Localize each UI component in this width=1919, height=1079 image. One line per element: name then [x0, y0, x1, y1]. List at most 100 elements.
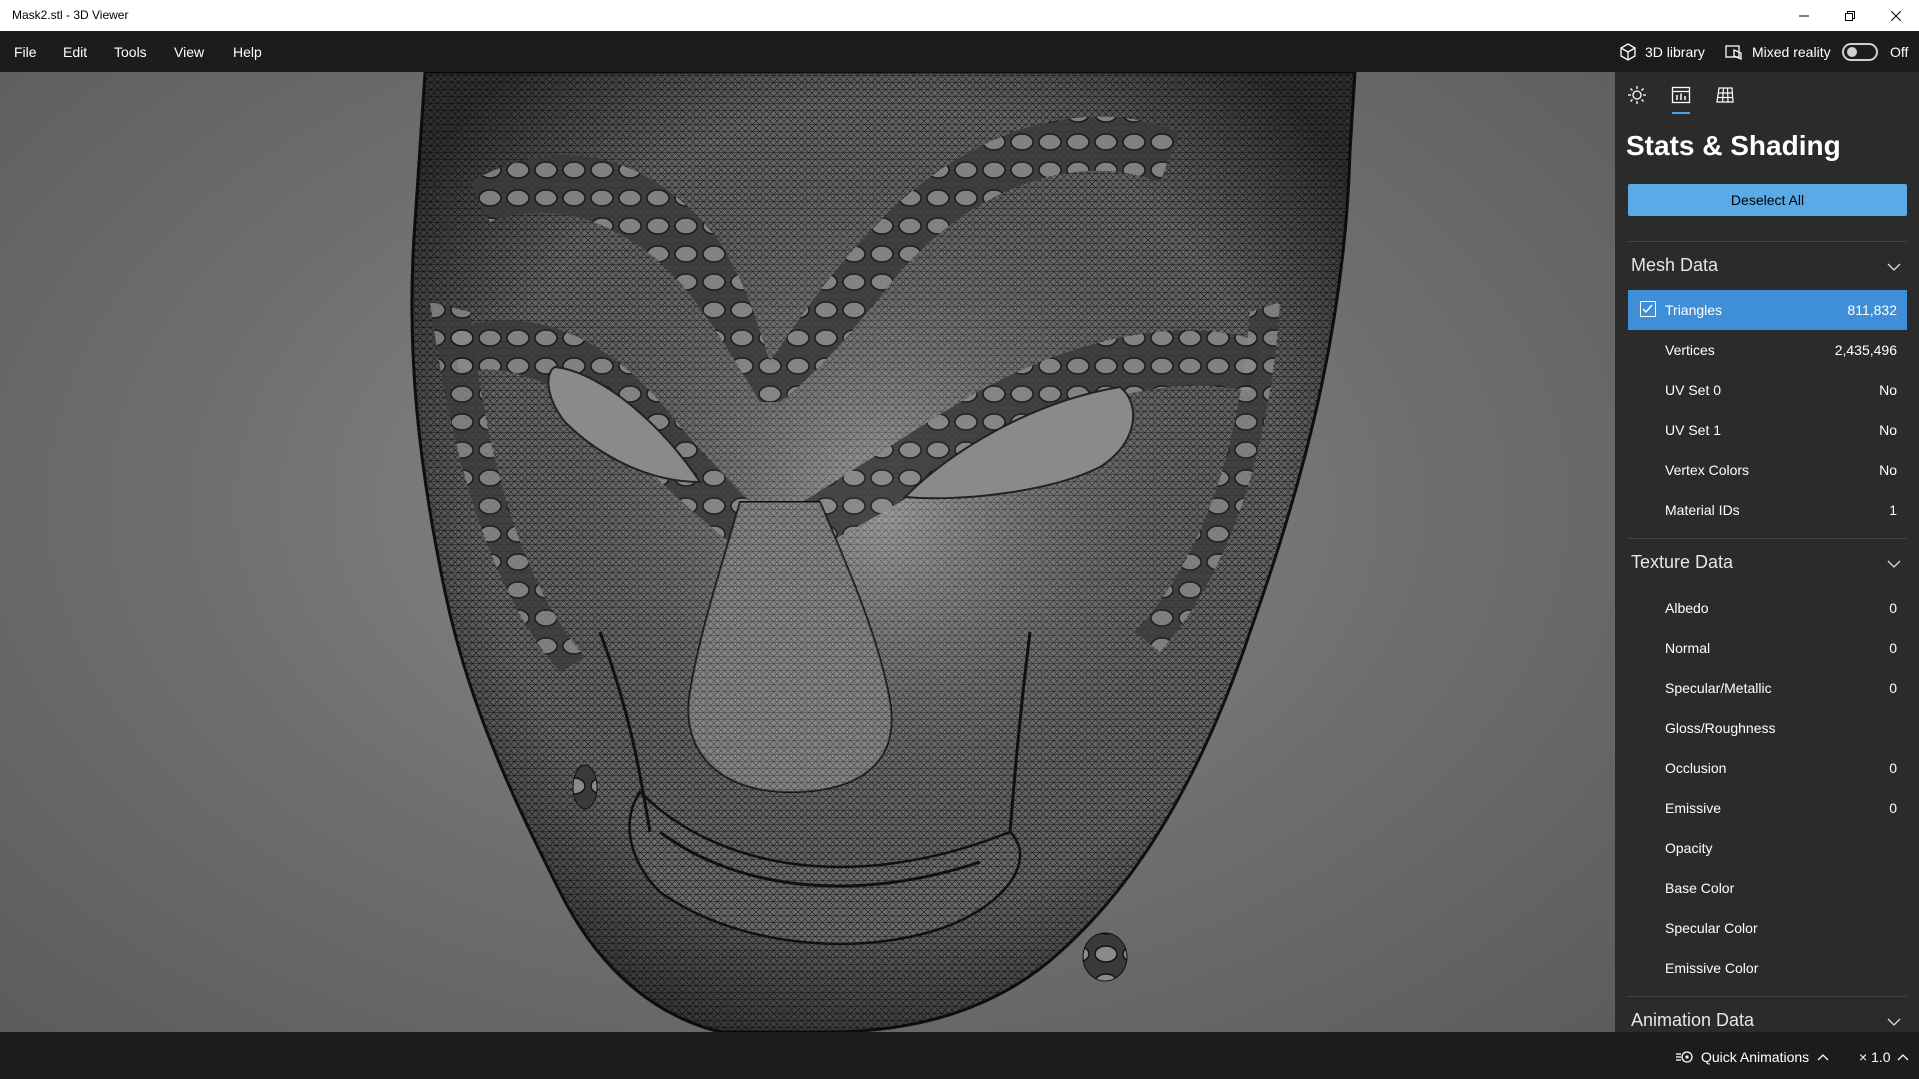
row-value: 0 [1889, 680, 1897, 696]
mixed-reality-state: Off [1890, 43, 1909, 60]
row-label: Normal [1665, 640, 1711, 656]
3d-library-label: 3D library [1645, 43, 1705, 60]
row-label: Specular/Metallic [1665, 680, 1772, 696]
row-label: Base Color [1665, 880, 1735, 896]
menu-edit[interactable]: Edit [63, 44, 87, 60]
mesh-row-vertices[interactable]: Vertices 2,435,496 [1628, 330, 1907, 370]
row-label: Opacity [1665, 840, 1713, 856]
texture-data-title: Texture Data [1631, 552, 1734, 572]
row-label: Emissive [1665, 800, 1722, 816]
title-bar: Mask2.stl - 3D Viewer [0, 0, 1919, 31]
row-value: 0 [1889, 640, 1897, 656]
chevron-down-icon [1887, 1018, 1901, 1026]
mesh-row-uv-set-1[interactable]: UV Set 1 No [1628, 410, 1907, 450]
panel-title: Stats & Shading [1626, 130, 1841, 161]
status-bar: Quick Animations × 1.0 [0, 1032, 1919, 1079]
stats-shading-tab[interactable] [1668, 82, 1694, 114]
toggle-knob [1847, 46, 1857, 57]
row-label: Material IDs [1665, 502, 1740, 518]
animation-data-title: Animation Data [1631, 1010, 1755, 1030]
mixed-reality-toggle[interactable]: Off [1842, 31, 1908, 72]
check-icon [1642, 304, 1653, 314]
row-label: Triangles [1665, 302, 1723, 318]
quick-animations-button[interactable]: Quick Animations [1675, 1049, 1829, 1065]
row-value: 2,435,496 [1834, 342, 1897, 358]
row-value: No [1879, 422, 1897, 438]
mixed-reality-button[interactable]: Mixed reality [1724, 31, 1831, 72]
row-value: 1 [1889, 502, 1897, 518]
row-label: Occlusion [1665, 760, 1727, 776]
menu-file[interactable]: File [14, 44, 37, 60]
restore-icon [1845, 10, 1855, 21]
row-label: Albedo [1665, 600, 1709, 616]
texture-row-emissive-color[interactable]: Emissive Color [1628, 948, 1907, 988]
divider [1628, 996, 1907, 997]
stats-icon [1671, 86, 1691, 104]
animation-data-header[interactable]: Animation Data [1631, 1010, 1919, 1031]
deselect-all-button[interactable]: Deselect All [1628, 184, 1907, 216]
chevron-down-icon [1887, 263, 1901, 271]
mesh-row-material-ids[interactable]: Material IDs 1 [1628, 490, 1907, 530]
close-button[interactable] [1873, 0, 1919, 31]
row-label: Vertices [1665, 342, 1715, 358]
row-value: 0 [1889, 760, 1897, 776]
row-value: No [1879, 462, 1897, 478]
3d-viewport[interactable] [0, 72, 1615, 1032]
menu-help[interactable]: Help [233, 44, 262, 60]
mesh-data-header[interactable]: Mesh Data [1631, 255, 1919, 276]
texture-row-albedo[interactable]: Albedo 0 [1628, 588, 1907, 628]
close-icon [1891, 10, 1901, 21]
checkbox-checked[interactable] [1640, 301, 1656, 317]
minimize-button[interactable] [1781, 0, 1827, 31]
row-label: Specular Color [1665, 920, 1758, 936]
divider [1628, 241, 1907, 242]
sun-icon [1628, 86, 1646, 104]
stats-panel: Stats & Shading Deselect All Mesh Data T… [1615, 72, 1919, 1032]
mesh-row-vertex-colors[interactable]: Vertex Colors No [1628, 450, 1907, 490]
texture-row-normal[interactable]: Normal 0 [1628, 628, 1907, 668]
3d-library-button[interactable]: 3D library [1618, 31, 1705, 72]
cube-icon [1620, 42, 1636, 61]
row-label: Gloss/Roughness [1665, 720, 1776, 736]
mesh-row-triangles[interactable]: Triangles 811,832 [1628, 290, 1907, 330]
mask-model [410, 72, 1357, 1032]
texture-row-gloss-roughness[interactable]: Gloss/Roughness [1628, 708, 1907, 748]
grid-tab[interactable] [1712, 82, 1738, 108]
texture-row-specular-metallic[interactable]: Specular/Metallic 0 [1628, 668, 1907, 708]
menu-view[interactable]: View [174, 44, 204, 60]
row-label: Emissive Color [1665, 960, 1759, 976]
animation-icon [1676, 1051, 1693, 1063]
toggle-switch[interactable] [1842, 42, 1878, 61]
menu-bar: File Edit Tools View Help 3D library Mix… [0, 31, 1919, 72]
texture-row-base-color[interactable]: Base Color [1628, 868, 1907, 908]
mesh-data-title: Mesh Data [1631, 255, 1719, 275]
chevron-up-icon [1897, 1054, 1908, 1061]
grid-icon [1716, 87, 1734, 103]
texture-row-emissive[interactable]: Emissive 0 [1628, 788, 1907, 828]
speed-value: × 1.0 [1859, 1049, 1891, 1065]
speed-control[interactable]: × 1.0 [1859, 1049, 1909, 1065]
divider [1628, 538, 1907, 539]
texture-row-opacity[interactable]: Opacity [1628, 828, 1907, 868]
chevron-up-icon [1817, 1054, 1829, 1061]
quick-animations-label: Quick Animations [1701, 1049, 1810, 1065]
row-label: UV Set 0 [1665, 382, 1722, 398]
row-label: Vertex Colors [1665, 462, 1750, 478]
mixed-reality-icon [1725, 44, 1742, 60]
window-title: Mask2.stl - 3D Viewer [12, 8, 129, 22]
row-value: No [1879, 382, 1897, 398]
row-label: UV Set 1 [1665, 422, 1722, 438]
texture-row-occlusion[interactable]: Occlusion 0 [1628, 748, 1907, 788]
row-value: 811,832 [1847, 302, 1897, 318]
menu-tools[interactable]: Tools [114, 44, 147, 60]
mixed-reality-label: Mixed reality [1752, 43, 1831, 60]
mesh-row-uv-set-0[interactable]: UV Set 0 No [1628, 370, 1907, 410]
row-value: 0 [1889, 600, 1897, 616]
lighting-tab[interactable] [1624, 82, 1650, 108]
restore-button[interactable] [1827, 0, 1873, 31]
texture-row-specular-color[interactable]: Specular Color [1628, 908, 1907, 948]
row-value: 0 [1889, 800, 1897, 816]
chevron-down-icon [1887, 560, 1901, 568]
minimize-icon [1799, 15, 1809, 16]
texture-data-header[interactable]: Texture Data [1631, 552, 1919, 573]
